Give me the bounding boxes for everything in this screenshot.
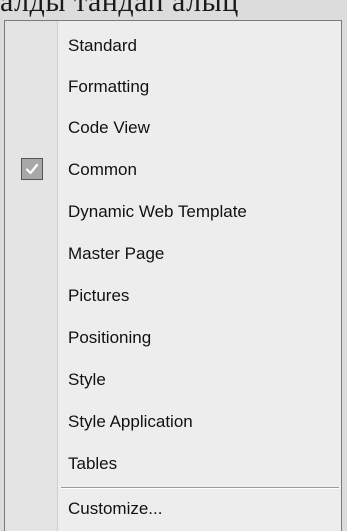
- menu-item-label: Formatting: [68, 77, 150, 96]
- menu-item-code-view[interactable]: Code View: [5, 109, 341, 147]
- menu-item-label: Common: [68, 160, 137, 179]
- checkmark-icon: [21, 158, 43, 180]
- toolbars-context-menu: Standard Formatting Code View Common Dyn…: [4, 20, 342, 531]
- menu-item-pictures[interactable]: Pictures: [5, 277, 341, 315]
- menu-item-dynamic-web-template[interactable]: Dynamic Web Template: [5, 193, 341, 231]
- menu-item-tables[interactable]: Tables: [5, 445, 341, 483]
- menu-item-label: Master Page: [68, 244, 165, 263]
- menu-item-label: Code View: [68, 118, 150, 137]
- menu-item-label: Pictures: [68, 286, 130, 305]
- menu-item-label: Tables: [68, 454, 118, 473]
- menu-item-formatting[interactable]: Formatting: [5, 68, 341, 106]
- menu-item-style[interactable]: Style: [5, 361, 341, 399]
- menu-item-customize[interactable]: Customize...: [5, 490, 341, 528]
- menu-item-label: Style: [68, 370, 106, 389]
- menu-item-style-application[interactable]: Style Application: [5, 403, 341, 441]
- caption-text: алды тандап алыц: [0, 0, 239, 18]
- menu-item-positioning[interactable]: Positioning: [5, 319, 341, 357]
- menu-item-master-page[interactable]: Master Page: [5, 235, 341, 273]
- menu-item-label: Style Application: [68, 412, 193, 431]
- menu-item-label: Customize...: [68, 499, 163, 518]
- menu-item-label: Standard: [68, 36, 137, 55]
- menu-item-label: Dynamic Web Template: [68, 202, 247, 221]
- screenshot-page: алды тандап алыц Standard Formatting Cod…: [0, 0, 347, 531]
- menu-item-standard[interactable]: Standard: [5, 27, 341, 65]
- menu-item-common[interactable]: Common: [5, 151, 341, 189]
- menu-separator: [61, 487, 339, 489]
- menu-item-label: Positioning: [68, 328, 152, 347]
